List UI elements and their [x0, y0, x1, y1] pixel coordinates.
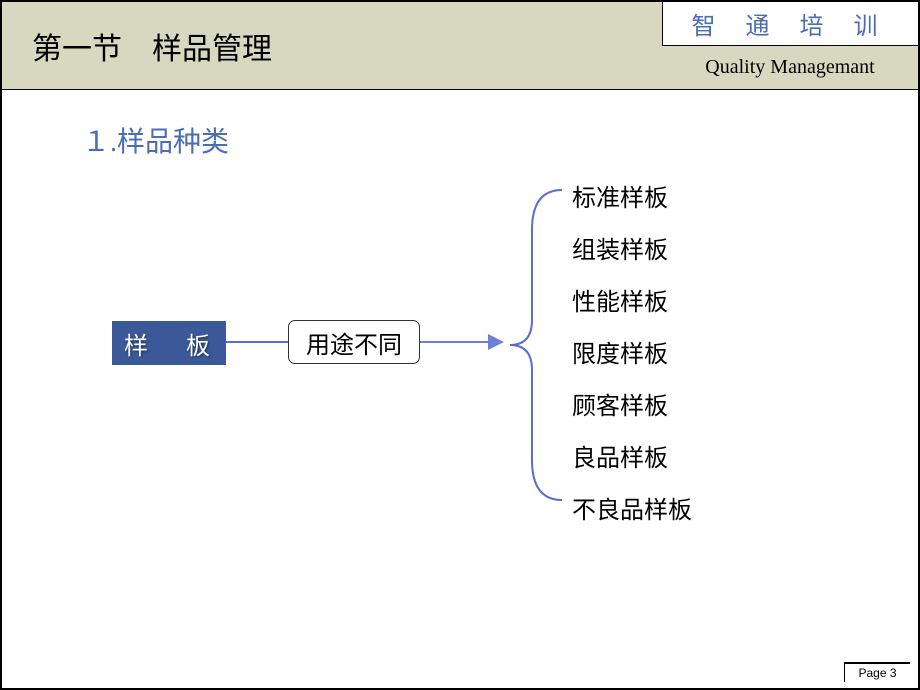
connector-line-1: [226, 341, 288, 343]
page-number: Page 3: [844, 662, 910, 682]
header-right: 智 通 培 训 Quality Managemant: [662, 2, 918, 89]
root-box: 样 板: [112, 321, 226, 365]
item-3: 限度样板: [572, 334, 692, 369]
item-5: 良品样板: [572, 438, 692, 473]
brand-name: 智 通 培 训: [662, 2, 918, 46]
content: １.样品种类 样 板 用途不同 标准样板 组装样板 性能样板 限度样板 顾客样板…: [2, 90, 918, 160]
section-title: 第一节 样品管理: [2, 2, 662, 89]
brand-subtitle: Quality Managemant: [662, 46, 918, 89]
header: 第一节 样品管理 智 通 培 训 Quality Managemant: [2, 2, 918, 90]
item-0: 标准样板: [572, 178, 692, 213]
brace-icon: [502, 180, 572, 510]
connector-line-2: [420, 341, 495, 343]
item-6: 不良品样板: [572, 490, 692, 525]
middle-box: 用途不同: [288, 320, 420, 364]
slide: 第一节 样品管理 智 通 培 训 Quality Managemant １.样品…: [2, 2, 918, 688]
subtitle: １.样品种类: [82, 120, 918, 160]
item-1: 组装样板: [572, 230, 692, 265]
diagram: 样 板 用途不同 标准样板 组装样板 性能样板 限度样板 顾客样板 良品样板 不…: [2, 190, 918, 610]
item-2: 性能样板: [572, 282, 692, 317]
items-list: 标准样板 组装样板 性能样板 限度样板 顾客样板 良品样板 不良品样板: [572, 178, 692, 525]
item-4: 顾客样板: [572, 386, 692, 421]
